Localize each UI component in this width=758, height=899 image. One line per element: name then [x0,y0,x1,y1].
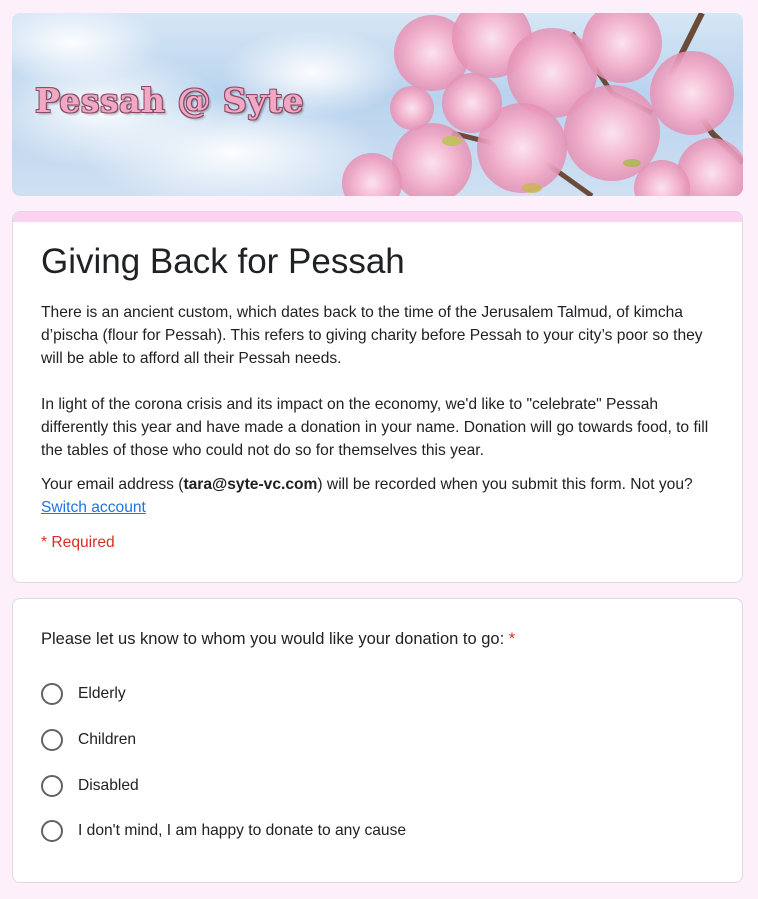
radio-option-elderly[interactable]: Elderly [41,682,701,706]
radio-option-any-cause[interactable]: I don't mind, I am happy to donate to an… [41,819,701,843]
option-label: I don't mind, I am happy to donate to an… [78,822,407,839]
question-title: Please let us know to whom you would lik… [41,630,515,649]
form-header-card: Giving Back for Pessah There is an ancie… [12,211,743,583]
option-label: Disabled [78,777,139,794]
option-label: Children [78,731,137,748]
email-notice: Your email address (tara@syte-vc.com) wi… [41,473,721,519]
radio-button[interactable] [41,683,63,705]
radio-button[interactable] [41,775,63,797]
radio-option-disabled[interactable]: Disabled [41,774,701,798]
header-accent-bar [13,212,742,222]
email-notice-suffix: ) will be recorded when you submit this … [317,476,693,493]
radio-option-children[interactable]: Children [41,728,701,752]
question-text: Please let us know to whom you would lik… [41,630,505,648]
form-description: There is an ancient custom, which dates … [41,301,721,462]
switch-account-link[interactable]: Switch account [41,499,146,516]
radio-button[interactable] [41,820,63,842]
question-card: Please let us know to whom you would lik… [12,598,743,883]
user-email: tara@syte-vc.com [183,476,318,493]
form-title: Giving Back for Pessah [41,242,405,281]
header-banner: Pessah @ Syte [12,13,743,196]
radio-button[interactable] [41,729,63,751]
banner-title: Pessah @ Syte [35,81,305,120]
email-notice-prefix: Your email address ( [41,476,184,493]
description-paragraph: In light of the corona crisis and its im… [41,396,709,459]
description-paragraph: There is an ancient custom, which dates … [41,304,703,367]
required-note: * Required [41,534,115,551]
required-star: * [508,630,516,648]
option-label: Elderly [78,685,126,702]
